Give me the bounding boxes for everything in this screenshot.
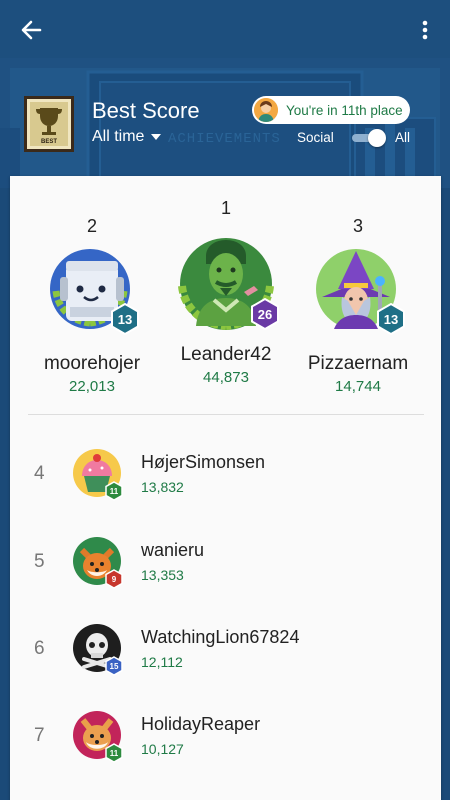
level-badge-value: 15 [110,662,119,671]
level-badge-icon: 26 [251,298,279,330]
row-player-name: HøjerSimonsen [141,452,266,472]
leaderboard-card: 2 13 moorehojer 22,013 1 26 Leander42 44… [10,176,441,800]
row-player-name: wanieru [141,540,205,560]
leaderboard-row[interactable]: 6 15 WatchingLion67824 12,112 [10,610,441,690]
page-title: Best Score [92,98,200,123]
level-badge-value: 11 [110,487,119,496]
podium-player-score: 44,873 [203,369,249,386]
time-filter-label: All time [92,128,145,145]
skull-avatar-icon: 15 [73,624,123,676]
level-badge-value: 13 [118,312,132,327]
leaderboard-row[interactable]: 4 11 HøjerSimonsen 13,832 [10,435,441,515]
chevron-down-icon [151,134,162,140]
podium-player-score: 22,013 [69,378,115,395]
row-rank: 7 [34,725,45,746]
avatar: 11 [72,448,123,501]
podium-rank: 3 [352,216,363,236]
social-all-toggle[interactable] [350,128,386,148]
all-filter-label[interactable]: All [395,130,410,145]
avatar: 26 [168,226,284,340]
podium-player-score: 14,744 [335,378,381,395]
row-player-name: WatchingLion67824 [141,627,300,647]
leaderboard-header: ACHIEVEMENTS BEST Best Score All time Yo… [0,58,450,188]
more-options-icon[interactable] [412,13,438,47]
row-player-score: 13,353 [141,567,184,583]
row-player-score: 13,832 [141,479,184,495]
trophy-icon: BEST [24,96,74,152]
podium-player-name: Pizzaernam [307,353,409,374]
avatar: 9 [72,536,123,589]
leaderboard-row[interactable]: 5 9 wanieru 13,353 [10,523,441,603]
fox-avatar-icon: 9 [73,537,123,589]
background-text: ACHIEVEMENTS [168,131,281,147]
podium-rank: 1 [220,198,231,218]
leaderboard-row[interactable]: 7 11 HolidayReaper 10,127 [10,697,441,777]
avatar: 11 [72,710,123,763]
row-rank: 4 [34,463,45,484]
podium-rank: 2 [86,216,97,236]
level-badge-value: 13 [384,312,398,327]
player-avatar [254,98,278,122]
cupcake-avatar-icon: 11 [73,449,123,501]
podium-third-place[interactable]: 3 13 Pizzaernam 14,744 [288,176,428,395]
trophy-label: BEST [41,139,57,145]
avatar: 13 [44,243,140,339]
level-badge-value: 9 [112,575,117,584]
podium-first-place[interactable]: 1 26 Leander42 44,873 [156,176,296,386]
divider [28,414,424,415]
level-badge-icon: 13 [111,303,139,335]
time-filter-dropdown[interactable]: All time [92,128,162,146]
row-rank: 5 [34,551,45,572]
row-player-score: 10,127 [141,741,184,757]
row-rank: 6 [34,638,45,659]
level-badge-value: 11 [110,749,119,758]
podium-player-name: moorehojer [43,353,141,374]
player-rank-text: You're in 11th place [286,102,403,118]
avatar: 15 [72,623,123,676]
app-bar [0,0,450,58]
avatar: 13 [310,243,406,339]
player-rank-pill[interactable]: You're in 11th place [252,96,410,124]
podium-second-place[interactable]: 2 13 moorehojer 22,013 [22,176,162,395]
level-badge-icon: 13 [377,303,405,335]
social-filter-label[interactable]: Social [297,130,334,145]
podium-player-name: Leander42 [180,344,272,365]
row-player-name: HolidayReaper [141,714,261,734]
row-player-score: 12,112 [141,654,183,670]
level-badge-value: 26 [258,307,272,322]
back-arrow-icon[interactable] [14,13,48,47]
shiba-avatar-icon: 11 [73,711,123,763]
toggle-knob [368,129,386,147]
